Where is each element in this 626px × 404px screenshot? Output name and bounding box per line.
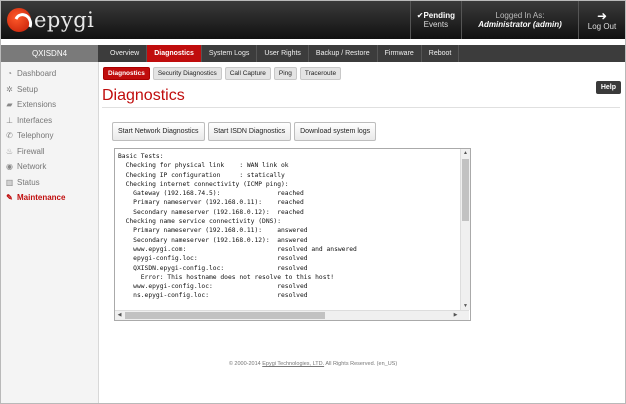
console-line: www.epygi-config.loc: resolved [118,283,308,291]
console-line: Error: This hostname does not resolve to… [118,273,335,281]
footer-company-link[interactable]: Epygi Technologies, LTD. [262,361,324,367]
logout-button[interactable]: ➜ Log Out [578,1,625,39]
sidebar-item-label: Firewall [17,146,45,156]
logout-icon: ➜ [596,8,608,23]
sidebar-item-dashboard[interactable]: ◔ Dashboard [1,66,98,82]
subtab-ping[interactable]: Ping [273,67,297,80]
console-line: Checking internet connectivity (ICMP pin… [118,180,289,188]
sidebar-item-label: Maintenance [17,193,66,203]
footer-rights: All Rights Reserved. (en_US) [324,361,398,367]
console-line: epygi-config.loc: resolved [118,255,308,263]
logo-mark-icon [7,8,31,32]
sidebar-item-extensions[interactable]: ▰ Extensions [1,97,98,113]
main-tabs: Overview Diagnostics System Logs User Ri… [103,45,460,62]
tab-backup-restore[interactable]: Backup / Restore [309,45,378,62]
scroll-down-icon[interactable]: ▼ [461,302,470,310]
footer: © 2000-2014 Epygi Technologies, LTD. All… [1,361,625,367]
tab-overview[interactable]: Overview [103,45,148,62]
logout-label: Log Out [587,21,617,31]
vertical-scroll-thumb[interactable] [462,159,469,221]
vertical-scrollbar[interactable]: ▲ ▼ [460,149,470,310]
events-label: Events [423,20,449,29]
start-network-diagnostics-button[interactable]: Start Network Diagnostics [112,122,205,141]
tab-user-rights[interactable]: User Rights [257,45,309,62]
console-line: Secondary nameserver (192.168.0.12): ans… [118,236,308,244]
console-line: QXISDN.epygi-config.loc: resolved [118,264,308,272]
sidebar-item-label: Status [17,177,40,187]
app-window: epygi ✔Pending Events Logged In As: Admi… [0,0,626,404]
interfaces-icon: ⊥ [6,115,13,125]
pending-events-button[interactable]: ✔Pending Events [409,1,461,39]
logged-in-user: Administrator (admin) [478,20,562,29]
logo-text: epygi [34,8,95,32]
logged-in-label: Logged In As: [495,11,545,20]
download-system-logs-button[interactable]: Download system logs [294,122,377,141]
sidebar-item-network[interactable]: ◉ Network [1,159,98,175]
device-title: QXISDN4 [1,45,98,62]
sidebar-item-status[interactable]: ▥ Status [1,175,98,191]
subtab-call-capture[interactable]: Call Capture [224,67,271,80]
scroll-up-icon[interactable]: ▲ [461,149,470,157]
console-line: Gateway (192.168.74.5): reached [118,190,304,198]
header-bar: epygi ✔Pending Events Logged In As: Admi… [1,1,625,39]
tab-reboot[interactable]: Reboot [422,45,460,62]
sidebar: ◔ Dashboard ✲ Setup ▰ Extensions ⊥ Interface… [1,62,99,403]
main-nav: QXISDN4 Overview Diagnostics System Logs… [1,45,625,62]
help-button[interactable]: Help [595,81,621,94]
sidebar-item-setup[interactable]: ✲ Setup [1,82,98,98]
console-line: ns.epygi-config.loc: resolved [118,292,308,300]
logged-in-info: Logged In As: Administrator (admin) [461,1,578,39]
status-icon: ▥ [5,177,14,187]
console-line: Secondary nameserver (192.168.0.12): rea… [118,208,304,216]
globe-icon: ◉ [6,162,13,171]
scroll-left-icon[interactable]: ◀ [115,311,124,320]
pending-label: Pending [423,11,455,20]
start-isdn-diagnostics-button[interactable]: Start ISDN Diagnostics [207,122,292,141]
tab-firmware[interactable]: Firmware [378,45,422,62]
phone-icon: ✆ [6,131,13,140]
sidebar-item-interfaces[interactable]: ⊥ Interfaces [1,113,98,129]
horizontal-scroll-thumb[interactable] [125,312,325,319]
sidebar-item-label: Setup [17,84,38,94]
footer-copyright: © 2000-2014 [228,361,263,367]
sidebar-item-label: Dashboard [17,69,57,79]
sidebar-item-maintenance[interactable]: ✎ Maintenance [1,190,98,206]
page-title: Diagnostics [102,87,185,104]
diagnostics-output-text: Basic Tests: Checking for physical link … [118,152,460,307]
horizontal-scrollbar[interactable]: ◀ ▶ [115,310,469,320]
dashboard-icon: ◔ [7,69,12,78]
sidebar-item-label: Telephony [17,131,54,141]
console-line: Primary nameserver (192.168.0.11): answe… [118,227,308,235]
gear-icon: ✲ [6,84,13,94]
subtab-diagnostics[interactable]: Diagnostics [103,67,150,80]
tab-system-logs[interactable]: System Logs [202,45,258,62]
extensions-icon: ▰ [6,100,13,109]
wrench-icon: ✎ [6,193,13,202]
tab-diagnostics[interactable]: Diagnostics [147,45,202,62]
console-line: Checking for physical link : WAN link ok [118,162,289,170]
console-line: Checking name service connectivity (DNS)… [118,218,282,226]
console-line: Checking IP configuration : statically [118,171,285,179]
scroll-right-icon[interactable]: ▶ [451,311,460,320]
sidebar-item-label: Extensions [17,100,57,110]
divider [102,107,620,108]
console-line: Basic Tests: [118,153,164,160]
subtab-traceroute[interactable]: Traceroute [299,67,342,80]
subtab-security-diagnostics[interactable]: Security Diagnostics [152,67,222,80]
diagnostic-actions: Start Network Diagnostics Start ISDN Dia… [112,122,377,141]
fire-icon: ♨ [5,146,14,156]
sub-tabs: Diagnostics Security Diagnostics Call Ca… [103,67,342,80]
console-line: Primary nameserver (192.168.0.11): reach… [118,199,304,207]
sidebar-item-label: Network [17,162,47,172]
epygi-logo: epygi [7,7,94,33]
sidebar-item-label: Interfaces [17,115,53,125]
console-line: www.epygi.com: resolved and answered [118,245,357,253]
sidebar-item-telephony[interactable]: ✆ Telephony [1,128,98,144]
diagnostics-output[interactable]: Basic Tests: Checking for physical link … [114,148,471,321]
sidebar-item-firewall[interactable]: ♨ Firewall [1,144,98,160]
